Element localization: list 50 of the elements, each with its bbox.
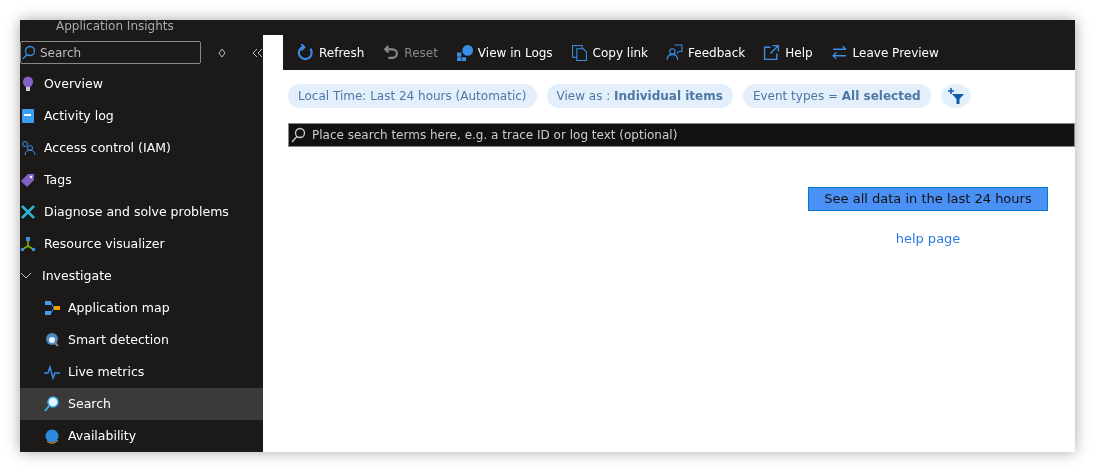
see-all-data-button[interactable]: See all data in the last 24 hours — [808, 187, 1048, 211]
sidebar-item[interactable]: Diagnose and solve problems — [20, 196, 263, 228]
magnifier-icon — [44, 396, 60, 412]
sidebar-item[interactable]: Search — [20, 388, 263, 420]
app-map-icon — [44, 300, 60, 316]
toolbar-button[interactable]: Help — [757, 41, 819, 64]
sidebar-item[interactable]: Live metrics — [20, 356, 263, 388]
add-filter-button[interactable] — [940, 84, 971, 108]
filter-plus-icon — [946, 88, 965, 104]
search-icon — [21, 45, 35, 59]
hierarchy-icon — [20, 236, 36, 252]
bulb-icon — [20, 76, 36, 92]
feedback-icon — [666, 44, 684, 61]
external-link-icon — [763, 44, 781, 61]
toolbar-button[interactable]: Refresh — [291, 41, 371, 64]
filter-pill[interactable]: Local Time: Last 24 hours (Automatic) — [288, 84, 537, 108]
filter-pill[interactable]: View as : Individual items — [546, 84, 733, 108]
undo-icon — [382, 44, 400, 61]
sidebar-item[interactable]: Smart detection — [20, 324, 263, 356]
toolbar-button[interactable]: Copy link — [564, 41, 655, 64]
swap-arrows-icon — [830, 44, 848, 61]
query-search-field[interactable]: Place search terms here, e.g. a trace ID or log text (optional) — [288, 123, 1075, 147]
chevron-down-icon — [20, 272, 32, 280]
toolbar-button[interactable]: View in Logs — [449, 41, 559, 64]
sidebar-item[interactable]: Access control (IAM) — [20, 132, 263, 164]
double-chevron-icon — [252, 48, 263, 58]
filter-pill[interactable]: Event types = All selected — [742, 84, 931, 108]
sidebar-item[interactable]: Resource visualizer — [20, 228, 263, 260]
copy-icon — [570, 44, 588, 61]
sidebar-item[interactable]: Tags — [20, 164, 263, 196]
sidebar-item[interactable]: Activity log — [20, 100, 263, 132]
sidebar-item[interactable]: Availability — [20, 420, 263, 452]
tools-icon — [20, 204, 36, 220]
sidebar-item[interactable]: Application map — [20, 292, 263, 324]
sidebar-item[interactable]: Investigate — [20, 260, 263, 292]
toolbar-button[interactable]: Leave Preview — [824, 41, 945, 64]
log-icon — [20, 108, 36, 124]
globe-icon — [44, 428, 60, 444]
pulse-icon — [44, 364, 60, 380]
sidebar-item[interactable]: Overview — [20, 68, 263, 100]
help-page-link[interactable]: help page — [895, 229, 961, 249]
tag-icon — [20, 172, 36, 188]
sidebar-search-field[interactable]: Search — [20, 41, 201, 64]
blocks-icon — [455, 44, 473, 61]
people-icon — [20, 140, 36, 156]
refresh-icon — [297, 44, 314, 61]
diamond-icon — [218, 48, 226, 58]
toolbar-button[interactable]: Feedback — [660, 41, 752, 64]
cloud-magnifier-icon — [44, 332, 60, 348]
blade-title: Application Insights — [56, 20, 174, 32]
